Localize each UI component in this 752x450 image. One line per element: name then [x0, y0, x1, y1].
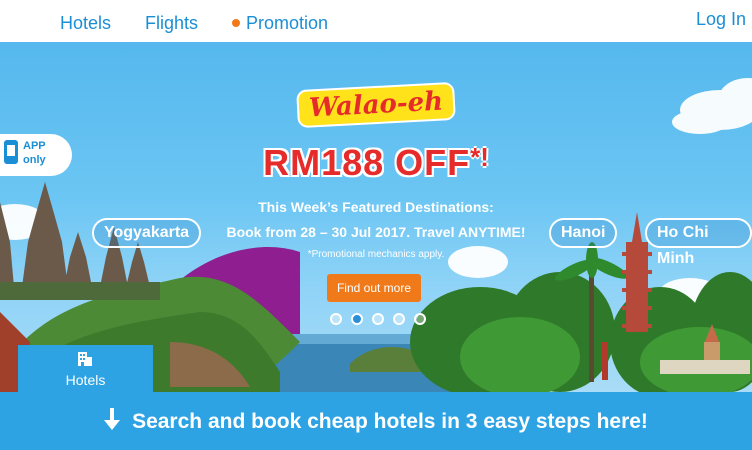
featured-destinations-text: This Week’s Featured Destinations:	[258, 199, 494, 215]
destination-ho-chi-minh: Ho Chi Minh	[645, 218, 752, 267]
login-link[interactable]: Log In	[696, 9, 746, 30]
destination-hanoi: Hanoi	[549, 218, 618, 248]
arrow-down-icon	[104, 408, 121, 436]
nav-hotels[interactable]: Hotels	[60, 13, 111, 34]
promotion-dot-icon	[232, 19, 240, 28]
carousel-dot-1[interactable]	[330, 313, 342, 325]
top-navigation: Hotels Flights Promotion Log In	[0, 0, 752, 43]
destination-yogyakarta: Yogyakarta	[92, 218, 202, 248]
building-icon	[77, 351, 93, 367]
headline-mark: *!	[470, 142, 489, 172]
brand-logo: Walao-eh	[296, 81, 456, 129]
nav-flights[interactable]: Flights	[145, 13, 198, 34]
search-hotels-cta[interactable]: Search and book cheap hotels in 3 easy s…	[0, 408, 752, 436]
carousel-dot-5[interactable]	[414, 313, 426, 325]
mechanics-note: *Promotional mechanics apply.	[307, 249, 445, 260]
carousel-dot-3[interactable]	[372, 313, 384, 325]
headline: RM188 OFF	[263, 142, 471, 183]
carousel-dot-2[interactable]	[351, 313, 363, 325]
find-out-more-button[interactable]: Find out more	[327, 274, 421, 302]
tab-hotels[interactable]: Hotels	[18, 345, 153, 392]
carousel-dot-4[interactable]	[393, 313, 405, 325]
nav-promotion[interactable]: Promotion	[232, 13, 328, 34]
promo-banner[interactable]: APP only Walao-eh RM188 OFF*! This Week’…	[0, 42, 752, 392]
tab-hotels-label: Hotels	[65, 372, 106, 388]
search-hotels-cta-text: Search and book cheap hotels in 3 easy s…	[132, 410, 648, 433]
nav-promotion-label: Promotion	[246, 13, 329, 33]
